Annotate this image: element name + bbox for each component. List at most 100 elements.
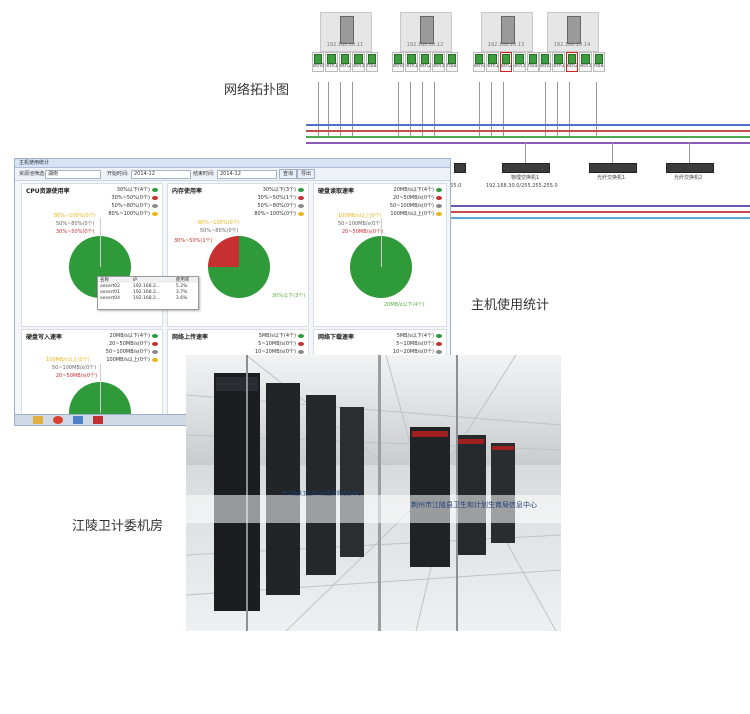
- nic-port[interactable]: eth3: [432, 52, 445, 72]
- start-label: 开始时间:: [107, 171, 129, 177]
- disk-write-panel: 硬盘写入速率 20MB/s以下(4个) 20~50MB/s(0个) 50~100…: [21, 329, 163, 421]
- cable-line: [557, 82, 558, 136]
- server-ip: 192.168.20.14: [553, 42, 591, 48]
- export-button[interactable]: 导出: [297, 169, 316, 179]
- chart-legend: 5MB/s以下(4个) 5~10MB/s(0个) 10~20MB/s(0个): [393, 332, 442, 356]
- nic-port[interactable]: eth0: [539, 52, 552, 72]
- cable-line: [318, 82, 319, 136]
- nic-port[interactable]: eth2: [338, 52, 352, 72]
- pie-label: 50~100MB/s(0个): [52, 365, 97, 371]
- network-bus-red: [446, 211, 750, 213]
- range-label: 资源池筛选:: [19, 171, 46, 177]
- nic-port[interactable]: eth3: [513, 52, 526, 72]
- app-icon[interactable]: [93, 416, 103, 424]
- cable-line: [525, 142, 526, 163]
- switch-ip: 192.168.30.0/255.255.255.0: [486, 183, 558, 189]
- panel-title: 网络下载速率: [318, 334, 355, 341]
- end-label: 结束时间:: [193, 171, 215, 177]
- cable-line: [434, 82, 435, 136]
- panel-title: CPU资源使用率: [26, 188, 70, 195]
- legend-dot: [152, 211, 158, 216]
- nic-port[interactable]: hba: [526, 52, 540, 72]
- cable-line: [410, 82, 411, 136]
- switch-icon[interactable]: [666, 163, 714, 173]
- network-bus-red: [306, 130, 750, 132]
- cable-line: [479, 82, 480, 136]
- host-tooltip: 名称 IP 使用率 oesert02 192.168.2... 5.2% oeser…: [97, 276, 199, 310]
- network-bus-green: [306, 136, 750, 138]
- nic-port[interactable]: hba: [445, 52, 459, 72]
- pie-label: 50%~80%(0个): [200, 228, 239, 234]
- window-title: 主机使用统计: [15, 159, 450, 168]
- machine-room-caption: 江陵卫计委机房: [72, 519, 164, 534]
- chart-legend: 5MB/s以下(4个) 5~10MB/s(0个) 10~20MB/s(0个): [255, 332, 304, 356]
- pie-label: 30%以下(3个): [272, 293, 306, 299]
- start-date-input[interactable]: 2014-12: [131, 170, 191, 179]
- nic-port-highlighted[interactable]: eth2: [499, 52, 513, 72]
- folder-icon[interactable]: [33, 416, 43, 424]
- pie-chart[interactable]: [208, 236, 270, 298]
- nic-port[interactable]: eth3: [352, 52, 365, 72]
- server-icon: [501, 16, 515, 44]
- nic-port[interactable]: eth0: [473, 52, 486, 72]
- label-leader: [100, 364, 101, 413]
- chart-legend: 30%以下(4个) 30%~50%(0个) 50%~80%(0个) 80%~10…: [108, 186, 158, 218]
- glass-banner-text-left: 市江陵县卫生和计划生育局信息中心: [282, 491, 363, 497]
- cable-line: [398, 82, 399, 136]
- nic-port[interactable]: eth2: [418, 52, 432, 72]
- end-date-input[interactable]: 2014-12: [217, 170, 277, 179]
- disk-read-panel: 硬盘读取速率 20MB/s以下(4个) 20~50MB/s(0个) 50~100…: [313, 183, 447, 327]
- label-leader: [381, 218, 382, 267]
- nic-port[interactable]: eth0: [392, 52, 405, 72]
- server-node[interactable]: 192.168.20.14 eth0 eth1 eth2 eth3 hba: [539, 12, 606, 82]
- pie-label: 50~100MB/s(0个): [338, 221, 383, 227]
- toolbar: 资源池筛选: 湖南 开始时间: 2014-12 结束时间: 2014-12 查询…: [15, 168, 450, 181]
- cable-line: [545, 82, 546, 136]
- chart-legend: 20MB/s以下(4个) 20~50MB/s(0个) 50~100MB/s(0个…: [106, 332, 158, 364]
- pie-label: 20~50MB/s(0个): [56, 373, 98, 379]
- pie-label: 20MB/s以下(4个): [384, 302, 425, 308]
- browser-icon[interactable]: [53, 416, 63, 424]
- nic-port[interactable]: eth1: [405, 52, 418, 72]
- nic-port-highlighted[interactable]: eth2: [565, 52, 579, 72]
- tooltip-row: oesert02 192.168.2... 5.2%: [100, 283, 188, 289]
- switch-icon[interactable]: [589, 163, 637, 173]
- network-bus-lightblue: [446, 217, 750, 219]
- chart-legend: 20MB/s以下(4个) 20~50MB/s(0个) 50~100MB/s(0个…: [390, 186, 442, 218]
- switch-label: 光纤交换机1: [597, 175, 626, 181]
- topology-caption: 网络拓扑图: [224, 83, 290, 98]
- switch-label: 物理交换机1: [511, 175, 540, 181]
- range-select[interactable]: 湖南: [45, 170, 101, 179]
- label-leader: [100, 218, 101, 267]
- host-usage-caption: 主机使用统计: [471, 298, 550, 313]
- server-node[interactable]: 192.168.20.12 eth0 eth1 eth2 eth3 hba: [392, 12, 459, 82]
- app-icon[interactable]: [73, 416, 83, 424]
- server-node[interactable]: 192.168.20.13 eth0 eth1 eth2 eth3 hba: [473, 12, 540, 82]
- chart-legend: 30%以下(3个) 30%~50%(1个) 50%~80%(0个) 80%~10…: [254, 186, 304, 218]
- nic-port[interactable]: eth1: [552, 52, 565, 72]
- glass-banner-text-right: 荆州市江陵县卫生和计划生育局信息中心: [411, 501, 537, 509]
- nic-port[interactable]: hba: [365, 52, 379, 72]
- tooltip-row: oesert04 192.168.2... 3.6%: [100, 295, 188, 301]
- cable-line: [328, 82, 329, 136]
- server-ip: 192.168.20.11: [326, 42, 364, 48]
- tooltip-row: oesert01 192.168.2... 3.7%: [100, 289, 188, 295]
- switch-icon[interactable]: [502, 163, 550, 173]
- query-button[interactable]: 查询: [279, 169, 298, 179]
- server-node[interactable]: 192.168.20.11 eth0 eth1 eth2 eth3 hba: [312, 12, 379, 82]
- legend-dot: [152, 203, 158, 208]
- cable-line: [491, 82, 492, 136]
- cable-line: [422, 82, 423, 136]
- nic-port[interactable]: eth3: [579, 52, 592, 72]
- legend-dot: [152, 187, 158, 192]
- cable-line: [596, 82, 597, 136]
- nic-port[interactable]: hba: [592, 52, 606, 72]
- nic-port[interactable]: eth1: [486, 52, 499, 72]
- cable-line: [503, 82, 504, 136]
- cable-line: [689, 142, 690, 163]
- cable-line: [612, 142, 613, 163]
- server-icon: [420, 16, 434, 44]
- nic-port[interactable]: eth1: [325, 52, 338, 72]
- pie-label: 20~50MB/s(0个): [342, 229, 384, 235]
- nic-port[interactable]: eth0: [312, 52, 325, 72]
